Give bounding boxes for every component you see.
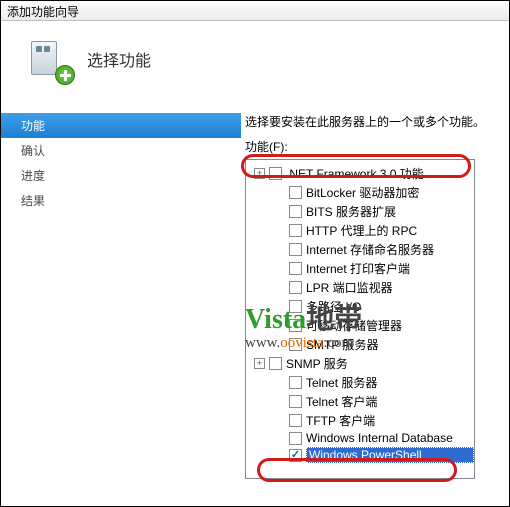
feature-checkbox[interactable]: [289, 224, 302, 237]
feature-checkbox[interactable]: [289, 338, 302, 351]
feature-row[interactable]: TFTP 客户端: [246, 411, 474, 430]
tree-expander-icon: [274, 396, 285, 407]
tree-expander-icon: [274, 339, 285, 350]
feature-checkbox[interactable]: [289, 414, 302, 427]
tree-expander-icon: [274, 301, 285, 312]
window-title: 添加功能向导: [7, 5, 79, 19]
feature-row[interactable]: 可移动存储管理器: [246, 316, 474, 335]
feature-row[interactable]: BITS 服务器扩展: [246, 202, 474, 221]
window-titlebar: 添加功能向导: [1, 1, 509, 21]
sidebar-item-1[interactable]: 确认: [1, 138, 241, 163]
feature-checkbox[interactable]: [289, 300, 302, 313]
feature-checkbox[interactable]: [289, 432, 302, 445]
tree-expander-icon: [274, 450, 285, 461]
feature-row[interactable]: BitLocker 驱动器加密: [246, 183, 474, 202]
wizard-main: 选择要安装在此服务器上的一个或多个功能。 功能(F): + .NET Framew…: [241, 107, 509, 502]
tree-expander-icon: [274, 415, 285, 426]
wizard-header: 选择功能: [1, 21, 509, 107]
feature-label: LPR 端口监视器: [306, 279, 474, 296]
feature-row[interactable]: Internet 打印客户端: [246, 259, 474, 278]
feature-label: Windows Internal Database: [306, 431, 474, 445]
feature-label: Windows PowerShell: [306, 447, 474, 463]
server-add-icon: [25, 35, 73, 83]
tree-expander-icon: [274, 320, 285, 331]
feature-label: BitLocker 驱动器加密: [306, 184, 474, 201]
feature-checkbox[interactable]: [289, 376, 302, 389]
feature-row[interactable]: + SNMP 服务: [246, 354, 474, 373]
feature-label: Internet 打印客户端: [306, 260, 474, 277]
feature-checkbox[interactable]: [289, 186, 302, 199]
tree-expander-icon: [274, 282, 285, 293]
wizard-window: 添加功能向导 选择功能 功能确认进度结果 选择要安装在此服务器上的一个或多个功能…: [0, 0, 510, 507]
wizard-sidebar: 功能确认进度结果: [1, 107, 241, 502]
feature-label: Internet 存储命名服务器: [306, 241, 474, 258]
feature-label: SMTP 服务器: [306, 336, 474, 353]
feature-checkbox[interactable]: [289, 449, 302, 462]
tree-expander-icon: [274, 263, 285, 274]
feature-label: SNMP 服务: [286, 355, 474, 372]
features-tree[interactable]: + .NET Framework 3.0 功能 BitLocker 驱动器加密 BIT…: [245, 159, 475, 479]
sidebar-item-2[interactable]: 进度: [1, 163, 241, 188]
feature-row[interactable]: SMTP 服务器: [246, 335, 474, 354]
tree-expander-icon: [274, 244, 285, 255]
feature-label: HTTP 代理上的 RPC: [306, 222, 474, 239]
feature-row[interactable]: Telnet 客户端: [246, 392, 474, 411]
tree-expander-icon: [274, 377, 285, 388]
feature-label: TFTP 客户端: [306, 412, 474, 429]
intro-text: 选择要安装在此服务器上的一个或多个功能。: [245, 113, 509, 130]
feature-checkbox[interactable]: [289, 205, 302, 218]
feature-checkbox[interactable]: [289, 243, 302, 256]
sidebar-item-3[interactable]: 结果: [1, 188, 241, 213]
feature-row[interactable]: 多路径 I/O: [246, 297, 474, 316]
feature-label: 多路径 I/O: [306, 298, 474, 315]
features-label: 功能(F):: [245, 138, 509, 155]
feature-row[interactable]: Telnet 服务器: [246, 373, 474, 392]
tree-expander-icon[interactable]: +: [254, 168, 265, 179]
feature-label: .NET Framework 3.0 功能: [286, 165, 474, 182]
feature-row[interactable]: Internet 存储命名服务器: [246, 240, 474, 259]
feature-label: 可移动存储管理器: [306, 317, 474, 334]
tree-expander-icon: [274, 206, 285, 217]
feature-row[interactable]: + .NET Framework 3.0 功能: [246, 164, 474, 183]
feature-label: BITS 服务器扩展: [306, 203, 474, 220]
feature-checkbox[interactable]: [269, 167, 282, 180]
feature-checkbox[interactable]: [289, 281, 302, 294]
page-title: 选择功能: [87, 47, 151, 71]
feature-label: Telnet 服务器: [306, 374, 474, 391]
feature-row[interactable]: Windows Internal Database: [246, 430, 474, 446]
tree-expander-icon: [274, 225, 285, 236]
wizard-body: 功能确认进度结果 选择要安装在此服务器上的一个或多个功能。 功能(F): + .N…: [1, 107, 509, 502]
feature-row[interactable]: LPR 端口监视器: [246, 278, 474, 297]
tree-expander-icon[interactable]: +: [254, 358, 265, 369]
feature-label: Telnet 客户端: [306, 393, 474, 410]
sidebar-item-0[interactable]: 功能: [1, 113, 241, 138]
feature-checkbox[interactable]: [269, 357, 282, 370]
feature-row[interactable]: Windows PowerShell: [246, 446, 474, 464]
feature-checkbox[interactable]: [289, 262, 302, 275]
feature-checkbox[interactable]: [289, 319, 302, 332]
feature-checkbox[interactable]: [289, 395, 302, 408]
feature-row[interactable]: HTTP 代理上的 RPC: [246, 221, 474, 240]
tree-expander-icon: [274, 433, 285, 444]
tree-expander-icon: [274, 187, 285, 198]
